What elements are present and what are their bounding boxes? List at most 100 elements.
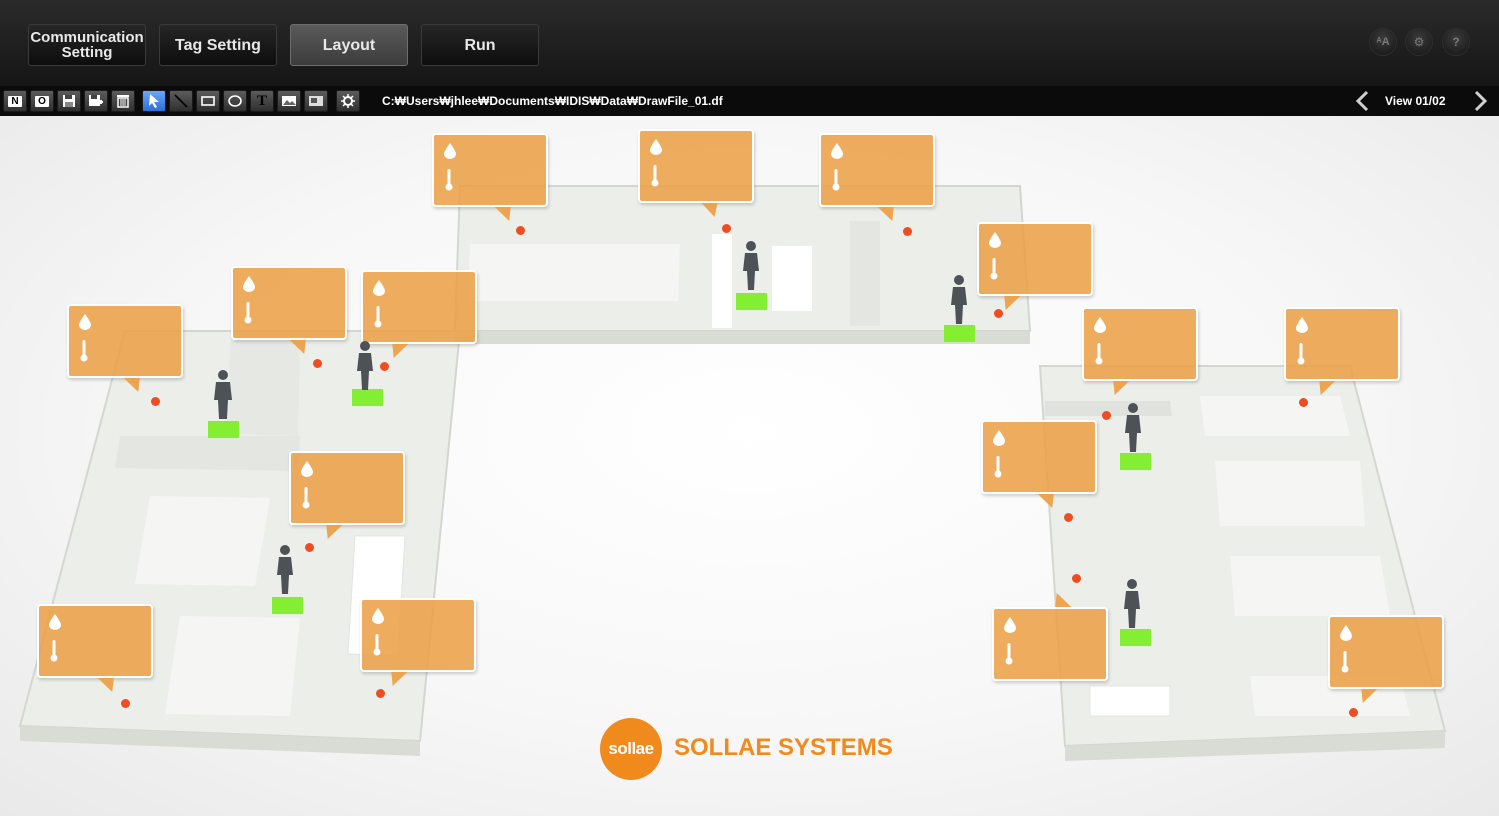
- sensor-dot[interactable]: [903, 227, 912, 236]
- humidity-drop-icon: [243, 276, 255, 292]
- sensor-dot[interactable]: [994, 309, 1003, 318]
- sensor-dot[interactable]: [305, 543, 314, 552]
- thermometer-icon: [50, 640, 58, 662]
- thermometer-icon: [832, 169, 840, 191]
- thermometer-icon: [244, 302, 252, 324]
- thermometer-icon: [994, 456, 1002, 478]
- new-file-button[interactable]: N: [3, 90, 27, 112]
- sensor-dot[interactable]: [722, 224, 731, 233]
- sensor-dot[interactable]: [1299, 398, 1308, 407]
- thermometer-icon: [302, 487, 310, 509]
- sensor-callout[interactable]: [977, 222, 1093, 310]
- sensor-callout[interactable]: [360, 598, 476, 686]
- sensor-dot[interactable]: [1072, 574, 1081, 583]
- tab-layout[interactable]: Layout: [290, 24, 408, 66]
- sensor-dot[interactable]: [1102, 411, 1111, 420]
- sensor-callout[interactable]: [819, 133, 935, 221]
- rectangle-tool-icon: [201, 96, 215, 106]
- pointer-tool-button[interactable]: [142, 90, 166, 112]
- open-file-icon: O: [35, 95, 49, 107]
- tab-label: Layout: [322, 36, 376, 54]
- ellipse-tool-icon: [228, 95, 242, 107]
- location-tag[interactable]: [1120, 453, 1151, 470]
- rectangle-tool-button[interactable]: [196, 90, 220, 112]
- text-tool-icon: T: [256, 92, 267, 109]
- text-tool-button[interactable]: T: [250, 90, 274, 112]
- humidity-drop-icon: [989, 232, 1001, 248]
- tab-tag-setting[interactable]: Tag Setting: [159, 24, 277, 66]
- thermometer-icon: [1095, 343, 1103, 365]
- company-name: SOLLAE SYSTEMS: [674, 734, 893, 761]
- person-icon: [214, 370, 232, 419]
- new-file-icon: N: [8, 95, 22, 107]
- gear-icon: ⚙: [1413, 35, 1425, 49]
- language-button[interactable]: ᴬA: [1369, 28, 1397, 56]
- sensor-callout[interactable]: [638, 129, 754, 217]
- ellipse-tool-button[interactable]: [223, 90, 247, 112]
- location-tag[interactable]: [1120, 629, 1151, 646]
- humidity-drop-icon: [79, 314, 91, 330]
- sensor-callout[interactable]: [992, 593, 1108, 681]
- sensor-callout[interactable]: [37, 604, 153, 692]
- thermometer-icon: [445, 169, 453, 191]
- location-tag[interactable]: [208, 421, 239, 438]
- line-tool-button[interactable]: [169, 90, 193, 112]
- thermometer-icon: [990, 258, 998, 280]
- sollae-logo-mark: sollae: [600, 718, 662, 780]
- settings-tool-button[interactable]: [336, 90, 360, 112]
- sensor-dot[interactable]: [1349, 708, 1358, 717]
- open-file-button[interactable]: O: [30, 90, 54, 112]
- layout-canvas[interactable]: sollae SOLLAE SYSTEMS: [0, 116, 1499, 816]
- sensor-callout[interactable]: [289, 451, 405, 539]
- next-view-arrow-icon[interactable]: [1470, 90, 1490, 112]
- line-tool-icon: [174, 94, 188, 108]
- delete-button[interactable]: [111, 90, 135, 112]
- sensor-dot[interactable]: [376, 689, 385, 698]
- tab-label: Run: [464, 36, 496, 54]
- thermometer-icon: [1005, 643, 1013, 665]
- sensor-dot[interactable]: [516, 226, 525, 235]
- tab-label-line1: Communication: [30, 29, 144, 46]
- tab-label: Tag Setting: [175, 36, 261, 54]
- location-tag[interactable]: [736, 293, 767, 310]
- sensor-dot[interactable]: [1064, 513, 1073, 522]
- location-tag[interactable]: [944, 325, 975, 342]
- sensor-dot[interactable]: [121, 699, 130, 708]
- sensor-callout[interactable]: [1082, 307, 1198, 395]
- thermometer-icon: [651, 165, 659, 187]
- humidity-drop-icon: [372, 608, 384, 624]
- logo-mark-text: sollae: [608, 739, 654, 758]
- picture-tool-button[interactable]: [304, 90, 328, 112]
- previous-view-arrow-icon[interactable]: [1353, 90, 1373, 112]
- thermometer-icon: [373, 634, 381, 656]
- sensor-callout[interactable]: [432, 133, 548, 221]
- sensor-callout[interactable]: [231, 266, 347, 354]
- location-tag[interactable]: [352, 389, 383, 406]
- save-button[interactable]: [57, 90, 81, 112]
- sensor-callout[interactable]: [981, 420, 1097, 508]
- sensor-dot[interactable]: [151, 397, 160, 406]
- image-tool-button[interactable]: [277, 90, 301, 112]
- sensor-dot[interactable]: [313, 359, 322, 368]
- save-as-button[interactable]: [84, 90, 108, 112]
- thermometer-icon: [374, 306, 382, 328]
- person-icon: [743, 241, 759, 290]
- person-icon: [1124, 579, 1140, 628]
- humidity-drop-icon: [1296, 317, 1308, 333]
- sensor-callout[interactable]: [1284, 307, 1400, 395]
- floor-plan: [18, 185, 1447, 761]
- settings-button[interactable]: ⚙: [1405, 28, 1433, 56]
- tab-communication-setting[interactable]: Communication Setting: [28, 24, 146, 66]
- help-button[interactable]: ?: [1442, 28, 1470, 56]
- location-tag[interactable]: [272, 597, 303, 614]
- sensor-callout[interactable]: [361, 270, 477, 358]
- sensor-callout[interactable]: [67, 304, 183, 392]
- humidity-drop-icon: [650, 139, 662, 155]
- humidity-drop-icon: [1094, 317, 1106, 333]
- sensor-callout[interactable]: [1328, 615, 1444, 703]
- sensor-dot[interactable]: [380, 362, 389, 371]
- picture-tool-icon: [309, 96, 323, 106]
- tab-run[interactable]: Run: [421, 24, 539, 66]
- humidity-drop-icon: [1004, 617, 1016, 633]
- settings-tool-icon: [341, 94, 355, 108]
